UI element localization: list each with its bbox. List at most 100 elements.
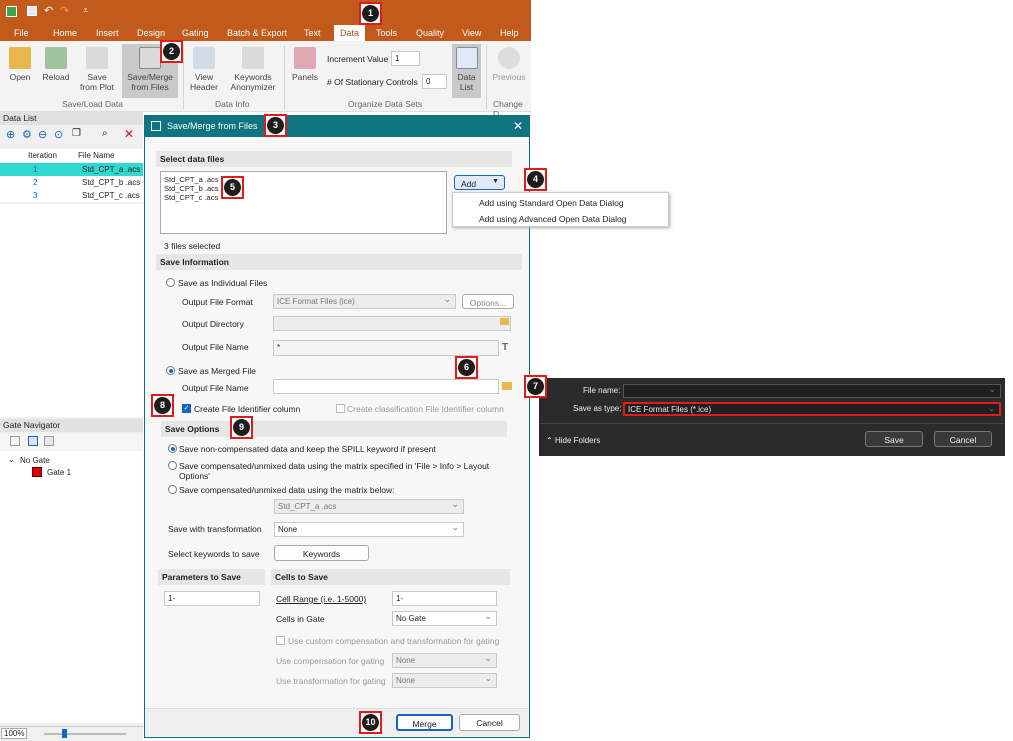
zoom-level[interactable]: 100% (1, 728, 28, 739)
tab-text[interactable]: Text (304, 28, 321, 38)
gate-list-icon[interactable] (28, 436, 38, 446)
save-type-label: Save as type: (573, 404, 622, 413)
cells-section: Cells to Save (271, 569, 510, 585)
transformation-select[interactable]: None (274, 522, 464, 537)
output-format-label: Output File Format (182, 297, 253, 307)
gate-view-icon[interactable] (10, 436, 20, 446)
cells-in-gate-select[interactable]: No Gate (392, 611, 497, 626)
gate-tree-icon[interactable] (44, 436, 54, 446)
save-from-plot-button[interactable]: Save from Plot (78, 47, 116, 92)
panels-button[interactable]: Panels (290, 47, 320, 82)
save-info-section: Save Information (156, 254, 522, 270)
tab-quality[interactable]: Quality (416, 28, 444, 38)
redo-icon[interactable]: ↷ (60, 4, 69, 17)
merged-name-input[interactable] (273, 379, 499, 394)
list-item[interactable]: Std_CPT_a .acs (164, 175, 443, 184)
open-button[interactable]: Open (6, 47, 34, 82)
file-name-input[interactable] (623, 384, 1001, 398)
hide-folders-toggle[interactable]: ⌃ Hide Folders (546, 436, 600, 445)
files-listbox[interactable]: Std_CPT_a .acs Std_CPT_b .acs Std_CPT_c … (160, 171, 447, 234)
stationary-input[interactable]: 0 (422, 74, 447, 89)
keywords-button[interactable]: Keywords (274, 545, 369, 561)
output-directory-label: Output Directory (182, 319, 244, 329)
tab-insert[interactable]: Insert (96, 28, 119, 38)
data-list-toolbar: ⊕ ⚙ ⊖ ⊙ ❐ ⌕ ✕ (0, 127, 143, 144)
dropdown-arrow-icon: ▼ (492, 178, 499, 185)
output-format-select[interactable]: ICE Format Files (ice) (273, 294, 456, 309)
tab-batch-export[interactable]: Batch & Export (227, 28, 287, 38)
radio-merged[interactable] (166, 366, 175, 375)
radio-opt-matrix[interactable] (168, 485, 177, 494)
zoom-thumb[interactable] (62, 729, 67, 738)
file-name-label: File name: (583, 386, 621, 395)
quick-save-icon[interactable] (27, 6, 37, 16)
cell-range-input[interactable]: 1- (392, 591, 497, 606)
previous-button[interactable]: Previous (490, 47, 528, 82)
copy-icon[interactable]: ❐ (72, 128, 81, 139)
menu-item-advanced[interactable]: Add using Advanced Open Data Dialog (479, 214, 626, 224)
close-icon[interactable]: ✕ (513, 119, 523, 133)
undo-icon[interactable]: ↶ (44, 4, 53, 17)
expand-icon[interactable]: ⌄ (8, 455, 15, 464)
tools-icon[interactable]: ⚙ (22, 128, 32, 141)
radio-opt-noncomp[interactable] (168, 444, 177, 453)
tab-home[interactable]: Home (53, 28, 77, 38)
radio-opt-layout[interactable] (168, 461, 177, 470)
menu-item-standard[interactable]: Add using Standard Open Data Dialog (479, 198, 624, 208)
add-icon[interactable]: ⊕ (6, 128, 15, 141)
customize-qat-icon[interactable]: ⩡ (83, 5, 88, 16)
tab-tools[interactable]: Tools (376, 28, 397, 38)
output-directory-input[interactable] (273, 316, 511, 331)
table-row[interactable]: 3 Std_CPT_c .acs (0, 189, 143, 202)
table-row[interactable]: 2 Std_CPT_b .acs (0, 176, 143, 189)
create-class-id-checkbox[interactable] (336, 404, 345, 413)
reload-button[interactable]: Reload (40, 47, 72, 82)
table-row[interactable]: 1 Std_CPT_a .acs (0, 163, 143, 176)
options-button[interactable]: Options... (462, 294, 514, 309)
output-name-input[interactable]: * (273, 340, 499, 356)
data-list-columns: Iteration File Name (0, 149, 143, 162)
tree-gate-1[interactable]: Gate 1 (47, 468, 71, 477)
merged-name-label: Output File Name (182, 383, 249, 393)
step-badge-9: 9 (230, 416, 253, 439)
keywords-anonymizer-button[interactable]: Keywords Anonymizer (226, 47, 280, 92)
folder-icon[interactable] (500, 318, 509, 325)
add-button[interactable]: Add ▼ (454, 175, 505, 190)
matrix-select[interactable]: Std_CPT_a .acs (274, 499, 464, 514)
folder-icon[interactable] (502, 382, 512, 390)
tree-no-gate[interactable]: No Gate (20, 456, 50, 465)
dialog-app-icon (151, 121, 161, 131)
move-down-icon[interactable]: ⊙ (54, 128, 63, 141)
zoom-slider[interactable] (44, 733, 126, 735)
list-item[interactable]: Std_CPT_c .acs (164, 193, 443, 202)
create-id-checkbox[interactable]: ✓ (182, 404, 191, 413)
increment-input[interactable]: 1 (391, 51, 420, 66)
step-badge-4: 4 (524, 168, 547, 191)
radio-individual[interactable] (166, 278, 175, 287)
view-header-button[interactable]: View Header (188, 47, 220, 92)
custom-comp-checkbox[interactable] (276, 636, 285, 645)
comp-gating-select[interactable]: None (392, 653, 497, 668)
save-button[interactable]: Save (865, 431, 923, 447)
save-type-select[interactable]: ICE Format Files (*.ice) (623, 402, 1001, 416)
params-input[interactable]: 1- (164, 591, 260, 606)
text-format-icon[interactable]: T (502, 342, 508, 353)
tab-gating[interactable]: Gating (182, 28, 209, 38)
tab-help[interactable]: Help (500, 28, 519, 38)
move-up-icon[interactable]: ⊖ (38, 128, 47, 141)
list-item[interactable]: Std_CPT_b .acs (164, 184, 443, 193)
tab-data[interactable]: Data (334, 25, 366, 41)
status-bar: 100% (0, 726, 143, 741)
trans-gating-select[interactable]: None (392, 673, 497, 688)
search-icon[interactable]: ⌕ (102, 128, 108, 139)
stationary-label: # Of Stationary Controls (327, 77, 418, 87)
delete-icon[interactable]: ✕ (124, 127, 134, 141)
tab-file[interactable]: File (14, 28, 29, 38)
save-cancel-button[interactable]: Cancel (934, 431, 992, 447)
merge-button[interactable]: Merge (396, 714, 453, 731)
tab-view[interactable]: View (462, 28, 481, 38)
tab-design[interactable]: Design (137, 28, 165, 38)
data-list-button[interactable]: Data List (452, 44, 481, 98)
cancel-button[interactable]: Cancel (459, 714, 520, 731)
transformation-label: Save with transformation (168, 524, 262, 534)
